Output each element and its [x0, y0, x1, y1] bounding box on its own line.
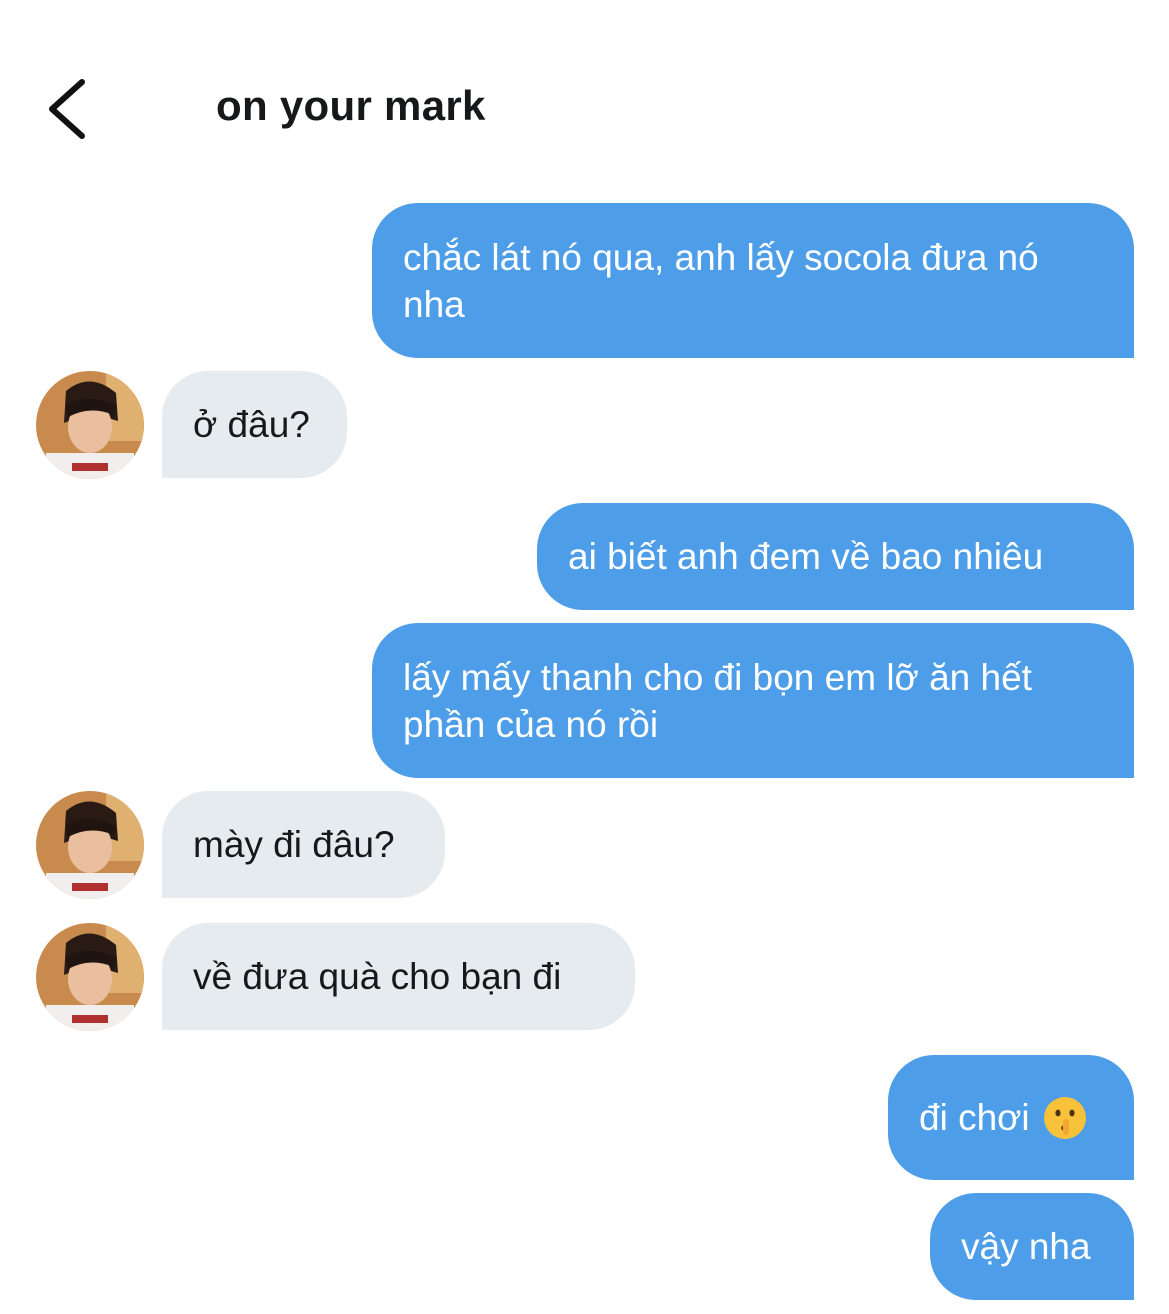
incoming-message[interactable]: ở đâu? [162, 371, 347, 478]
message-text: đi chơi [919, 1097, 1030, 1138]
avatar-photo-icon [36, 923, 144, 1031]
avatar[interactable] [36, 923, 144, 1031]
outgoing-message[interactable]: lấy mấy thanh cho đi bọn em lỡ ăn hết ph… [372, 623, 1134, 778]
avatar-photo-icon [36, 371, 144, 479]
chevron-left-icon[interactable] [40, 74, 100, 144]
outgoing-message[interactable]: vậy nha [930, 1193, 1134, 1300]
message-text: ở đâu? [193, 404, 310, 445]
avatar[interactable] [36, 791, 144, 899]
message-text: mày đi đâu? [193, 824, 395, 865]
shushing-face-icon [1043, 1096, 1086, 1139]
outgoing-message[interactable]: đi chơi [888, 1055, 1134, 1180]
avatar-photo-icon [36, 791, 144, 899]
message-text: vậy nha [961, 1226, 1091, 1267]
conversation-title: on your mark [216, 82, 486, 129]
incoming-message[interactable]: mày đi đâu? [162, 791, 445, 898]
message-text: ai biết anh đem về bao nhiêu [568, 536, 1044, 577]
chat-header: on your mark [0, 0, 1169, 180]
message-text: chắc lát nó qua, anh lấy socola đưa nó n… [403, 236, 1039, 325]
message-text: về đưa quà cho bạn đi [193, 956, 562, 997]
incoming-message[interactable]: về đưa quà cho bạn đi [162, 923, 635, 1030]
outgoing-message[interactable]: chắc lát nó qua, anh lấy socola đưa nó n… [372, 203, 1134, 358]
message-text: lấy mấy thanh cho đi bọn em lỡ ăn hết ph… [403, 656, 1032, 745]
outgoing-message[interactable]: ai biết anh đem về bao nhiêu [537, 503, 1134, 610]
avatar[interactable] [36, 371, 144, 479]
